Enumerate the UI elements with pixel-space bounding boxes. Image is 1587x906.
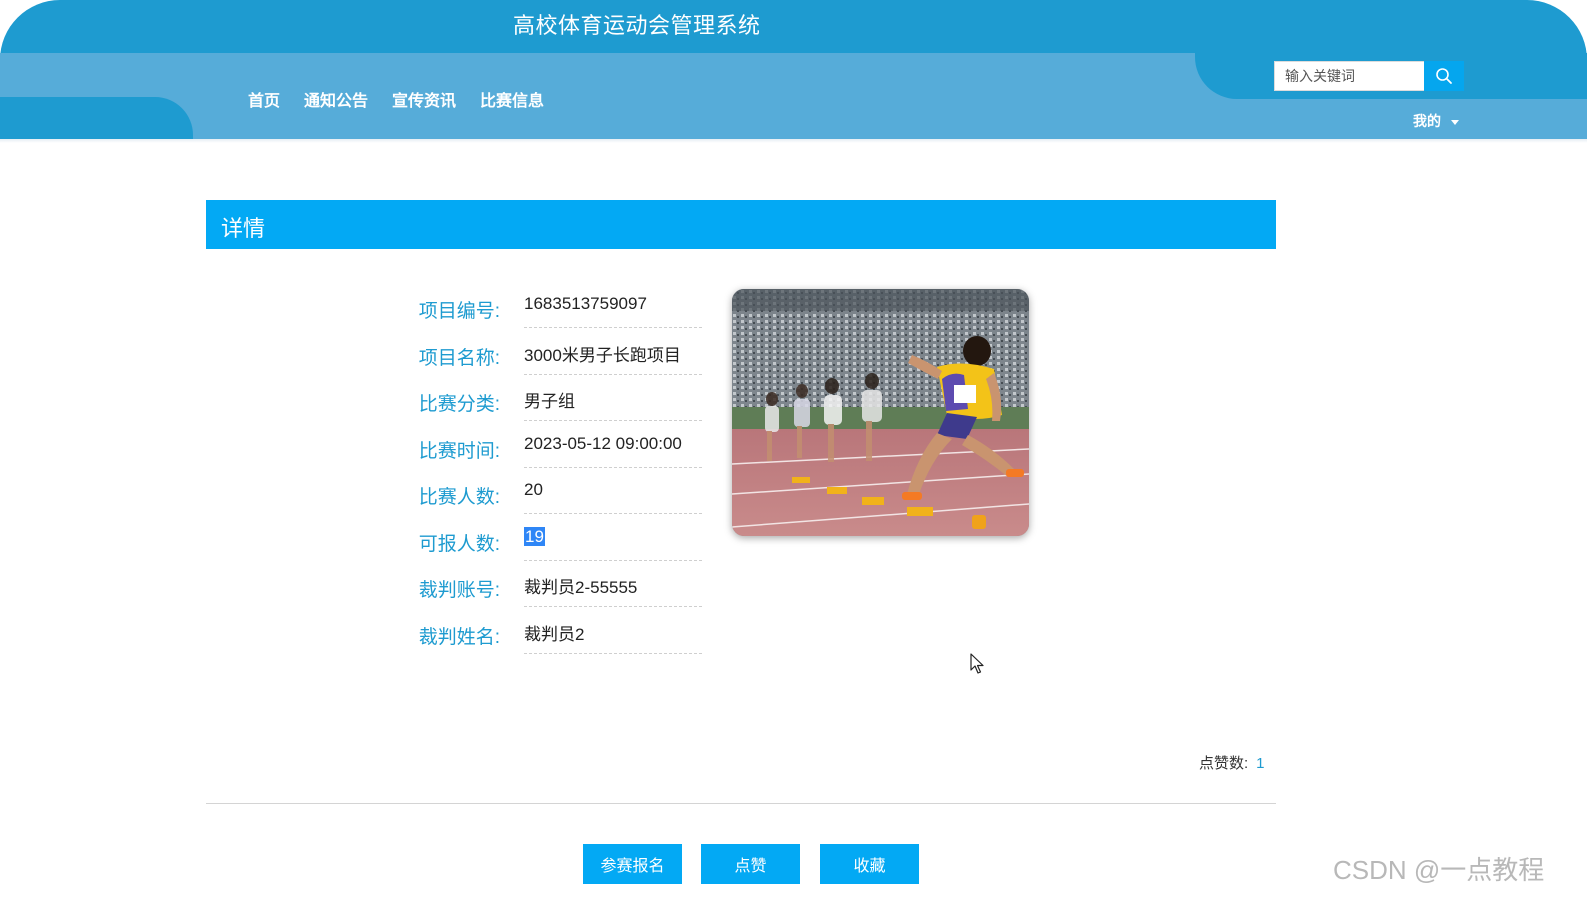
field-row-category: 比赛分类: 男子组 xyxy=(400,383,710,429)
match-photo xyxy=(732,289,1029,536)
field-value: 20 xyxy=(524,476,702,514)
detail-title: 详情 xyxy=(221,216,266,241)
search-box xyxy=(1274,61,1464,91)
nav-item-notices[interactable]: 通知公告 xyxy=(304,87,368,111)
field-label: 比赛人数: xyxy=(418,487,500,508)
header-shadow xyxy=(0,139,1587,143)
field-value: 1683513759097 xyxy=(524,290,702,328)
field-value: 3000米男子长跑项目 xyxy=(524,337,702,375)
field-label: 项目名称: xyxy=(418,348,500,369)
search-icon xyxy=(1436,68,1452,84)
field-row-project-name: 项目名称: 3000米男子长跑项目 xyxy=(400,337,710,383)
nav-item-home[interactable]: 首页 xyxy=(248,87,280,111)
nav-item-news[interactable]: 宣传资讯 xyxy=(392,87,456,111)
likes-count: 1 xyxy=(1256,755,1265,772)
search-button[interactable] xyxy=(1424,61,1464,91)
caret-down-icon xyxy=(1451,119,1459,125)
likes-label: 点赞数: xyxy=(1199,755,1249,772)
field-row-available-slots: 可报人数: 19 xyxy=(400,523,710,569)
field-label: 裁判姓名: xyxy=(418,627,500,648)
like-button[interactable]: 点赞 xyxy=(701,844,800,884)
field-value: 男子组 xyxy=(524,383,702,421)
field-label: 比赛时间: xyxy=(418,441,500,462)
field-label: 项目编号: xyxy=(418,301,500,322)
divider xyxy=(206,803,1276,804)
field-label: 可报人数: xyxy=(418,534,500,555)
field-row-participants: 比赛人数: 20 xyxy=(400,476,710,522)
search-input[interactable] xyxy=(1274,61,1424,91)
user-menu-label: 我的 xyxy=(1413,113,1441,129)
register-button[interactable]: 参赛报名 xyxy=(583,844,682,884)
sprint-photo-image xyxy=(732,289,1029,536)
watermark: CSDN @一点教程 xyxy=(1333,855,1545,885)
field-value: 裁判员2-55555 xyxy=(524,569,702,607)
field-value: 19 xyxy=(524,523,702,561)
header-corner-left xyxy=(0,97,193,139)
detail-header: 详情 xyxy=(206,200,1276,249)
likes-counter: 点赞数: 1 xyxy=(1199,752,1265,773)
field-value: 2023-05-12 09:00:00 xyxy=(524,430,702,468)
field-row-match-time: 比赛时间: 2023-05-12 09:00:00 xyxy=(400,430,710,476)
field-row-project-id: 项目编号: 1683513759097 xyxy=(400,290,710,336)
favorite-button[interactable]: 收藏 xyxy=(820,844,919,884)
field-row-referee-account: 裁判账号: 裁判员2-55555 xyxy=(400,569,710,615)
field-label: 比赛分类: xyxy=(418,394,500,415)
field-label: 裁判账号: xyxy=(418,580,500,601)
nav-item-matches[interactable]: 比赛信息 xyxy=(480,87,544,111)
page: 高校体育运动会管理系统 首页 通知公告 宣传资讯 比赛信息 我的 详情 项目编号… xyxy=(0,0,1587,906)
selected-text: 19 xyxy=(524,527,545,546)
field-value: 裁判员2 xyxy=(524,616,702,654)
user-menu[interactable]: 我的 xyxy=(1413,111,1459,131)
main-nav: 首页 通知公告 宣传资讯 比赛信息 xyxy=(248,87,544,111)
site-title: 高校体育运动会管理系统 xyxy=(513,13,761,38)
mouse-cursor-icon xyxy=(970,653,984,674)
field-row-referee-name: 裁判姓名: 裁判员2 xyxy=(400,616,710,662)
